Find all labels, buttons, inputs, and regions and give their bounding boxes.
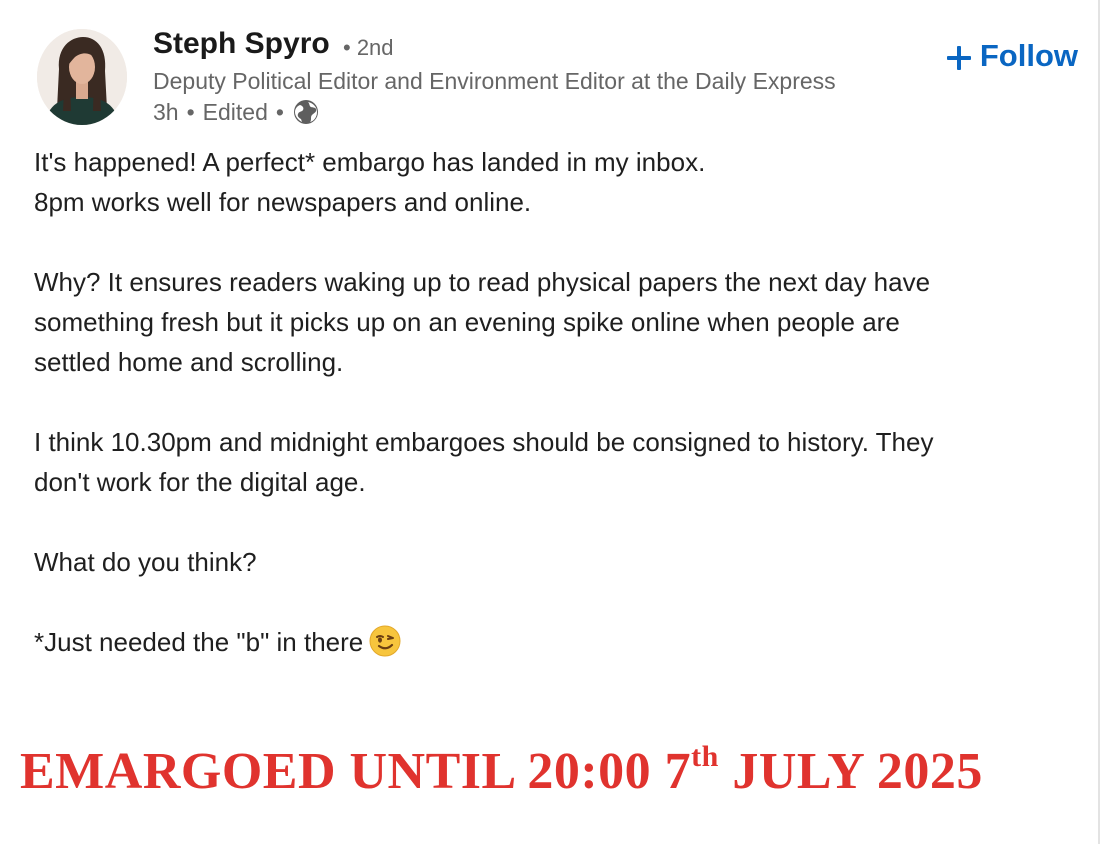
follow-button[interactable]: Follow bbox=[946, 38, 1078, 74]
author-name[interactable]: Steph Spyro bbox=[153, 27, 330, 61]
post-line-last: *Just needed the "b" in there bbox=[34, 622, 1074, 662]
embargo-superscript: th bbox=[691, 740, 719, 773]
author-headline[interactable]: Deputy Political Editor and Environment … bbox=[153, 68, 836, 95]
post-line: It's happened! A perfect* embargo has la… bbox=[34, 147, 706, 177]
edited-label: Edited bbox=[202, 98, 268, 125]
post-line: I think 10.30pm and midnight embargoes s… bbox=[34, 427, 934, 457]
meta-separator: • bbox=[186, 98, 195, 125]
post-time[interactable]: 3h bbox=[153, 99, 179, 126]
post-meta: 3h • Edited • bbox=[153, 98, 320, 126]
globe-icon[interactable] bbox=[292, 98, 320, 126]
winking-face-emoji bbox=[369, 625, 401, 657]
author-photo bbox=[37, 29, 127, 125]
connection-degree: • 2nd bbox=[343, 35, 394, 60]
post-line: *Just needed the "b" in there bbox=[34, 627, 364, 657]
meta-separator: • bbox=[275, 98, 284, 125]
post-line: Why? It ensures readers waking up to rea… bbox=[34, 267, 931, 297]
plus-icon bbox=[946, 43, 972, 70]
post-line: settled home and scrolling. bbox=[34, 347, 344, 377]
post-line: 8pm works well for newspapers and online… bbox=[34, 187, 532, 217]
post-line: What do you think? bbox=[34, 547, 257, 577]
embargo-text: EMARGOED UNTIL 20:00 7 bbox=[20, 743, 692, 800]
author-avatar[interactable] bbox=[37, 29, 127, 125]
follow-label: Follow bbox=[979, 38, 1078, 73]
embargo-image[interactable]: EMARGOED UNTIL 20:00 7th JULY 2025 bbox=[20, 742, 983, 806]
post-text: It's happened! A perfect* embargo has la… bbox=[34, 142, 1074, 662]
post-line: something fresh but it picks up on an ev… bbox=[34, 307, 900, 337]
post-line: don't work for the digital age. bbox=[34, 467, 366, 497]
embargo-text-end: JULY 2025 bbox=[718, 743, 983, 800]
